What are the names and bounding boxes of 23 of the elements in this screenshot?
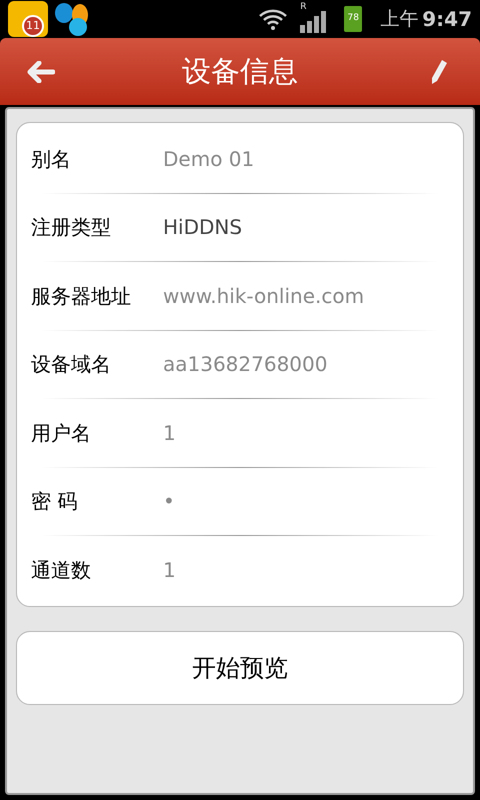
left-arrow-icon: [27, 60, 55, 82]
type-selector[interactable]: HiDDNS: [163, 212, 242, 242]
pencil-icon: [430, 58, 448, 84]
field-value[interactable]: 1: [163, 554, 176, 585]
field-label: 密 码: [31, 488, 78, 516]
field-label: 别名: [31, 146, 72, 173]
field-value[interactable]: Demo 01: [163, 144, 254, 174]
page-title: 设备信息: [181, 52, 299, 90]
clock-period: 上午: [380, 6, 418, 32]
field-label: 用户名: [31, 420, 92, 447]
start-preview-button[interactable]: 开始预览: [16, 630, 464, 704]
battery-icon: 78: [344, 6, 362, 32]
field-value[interactable]: www.hik-online.com: [163, 280, 364, 311]
notification-badge: 11: [22, 15, 44, 37]
field-label: 注册类型: [31, 214, 112, 242]
field-value[interactable]: 1: [163, 418, 176, 448]
clock-time: 9:47: [422, 6, 472, 33]
field-label: 通道数: [31, 556, 92, 584]
field-label: 服务器地址: [31, 282, 132, 310]
field-label: 设备域名: [31, 351, 112, 378]
wifi-icon: [258, 7, 288, 31]
field-value[interactable]: aa13682768000: [163, 349, 328, 380]
field-value[interactable]: •: [163, 486, 175, 516]
